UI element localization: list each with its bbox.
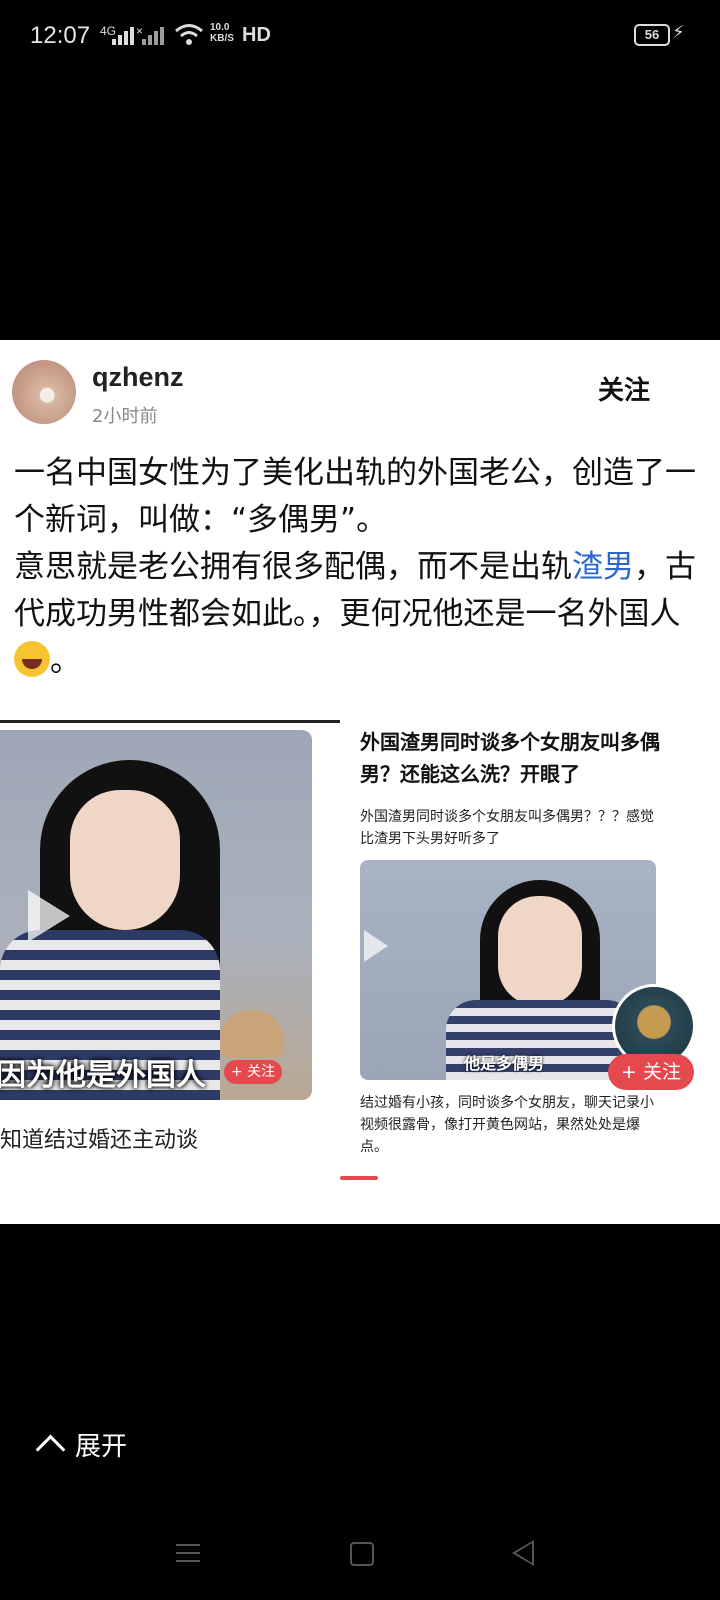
clock: 12:07 [30,22,91,49]
follow-button[interactable]: 关注 [598,370,650,407]
person-face [498,896,582,1006]
person-face [70,790,180,930]
article-description: 外国渣男同时谈多个女朋友叫多偶男？？？感觉比渣男下头男好听多了 [360,809,654,847]
post-text-end: 。 [50,643,81,679]
video-caption-left: 因为他是外国人 [0,1058,206,1093]
username[interactable]: qzhenz [92,362,184,393]
play-icon[interactable] [364,930,388,962]
embedded-screenshot[interactable]: + 关注 因为他是外国人 知道结过婚还主动谈 外国渣男同时谈多个女朋友叫多偶男？… [0,720,720,1210]
signal-icon-2 [142,27,164,45]
page-indicator [340,1176,378,1180]
charging-icon: ⚡ [672,22,685,43]
signal-icon [112,27,134,45]
network-speed: 10.0 KB/S [210,22,234,44]
laughing-emoji-icon [14,641,50,677]
article-footer-text: 结过婚有小孩，同时谈多个女朋友，聊天记录小视频很露骨，像打开黄色网站，果然处处是… [360,1095,654,1155]
follow-button-small[interactable]: + 关注 [224,1060,282,1084]
expand-button[interactable]: 展开 [35,1426,128,1465]
post-text-2: 意思就是老公拥有很多配偶，而不是出轨 [14,549,572,585]
video-caption-right: 他是多偶男 [464,1054,545,1073]
post-time: 2小时前 [92,406,158,427]
wifi-icon [175,24,203,45]
post-body: 一名中国女性为了美化出轨的外国老公，创造了一个新词，叫做：“多偶男”。 意思就是… [14,450,714,685]
back-icon[interactable] [512,1540,534,1566]
video-thumbnail-right[interactable]: 他是多偶男 [360,860,656,1080]
post-card: qzhenz 2小时前 关注 一名中国女性为了美化出轨的外国老公，创造了一个新词… [0,340,720,1224]
chevron-up-icon [35,1434,66,1465]
left-bottom-text: 知道结过婚还主动谈 [0,1128,199,1153]
battery-icon: 56 [634,24,670,46]
divider [0,720,340,723]
menu-icon[interactable] [176,1544,200,1562]
avatar[interactable] [12,360,76,424]
follow-button-red[interactable]: + 关注 [608,1054,694,1090]
hd-label: HD [242,24,271,46]
article-title: 外国渣男同时谈多个女朋友叫多偶男？还能这么洗？开眼了 [360,730,660,786]
play-icon[interactable] [28,890,70,942]
status-bar: 12:07 4G × 10.0 KB/S HD 56 ⚡ [0,0,720,72]
creator-avatar[interactable] [220,1010,284,1058]
keyword-link[interactable]: 渣男 [572,549,634,585]
video-thumbnail-left[interactable]: + 关注 因为他是外国人 [0,730,312,1100]
navigation-bar [0,1520,720,1600]
expand-label: 展开 [75,1432,128,1462]
post-text-1: 一名中国女性为了美化出轨的外国老公，创造了一个新词，叫做：“多偶男”。 [14,455,696,538]
home-icon[interactable] [350,1542,374,1566]
